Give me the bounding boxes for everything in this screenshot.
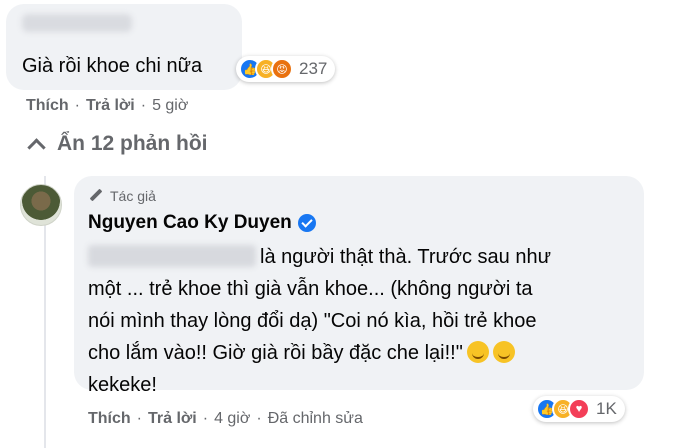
reply-text-line: là người thật thà. Trước sau như bbox=[88, 241, 633, 273]
hide-replies-button[interactable]: Ẩn 12 phản hồi bbox=[27, 132, 208, 157]
pen-icon bbox=[88, 188, 104, 204]
reply-text: là người thật thà. Trước sau như một ...… bbox=[88, 241, 633, 401]
author-badge: Tác giả bbox=[88, 188, 156, 204]
author-badge-label: Tác giả bbox=[110, 188, 156, 204]
tongue-face-emoji bbox=[466, 341, 489, 363]
reply-timestamp[interactable]: 4 giờ bbox=[214, 410, 250, 428]
reply-actions: Thích · Trả lời · 4 giờ · Đã chỉnh sửa bbox=[88, 410, 363, 428]
reply-text-line: một ... trẻ khoe thì già vẫn khoe... (kh… bbox=[88, 278, 533, 300]
edited-label[interactable]: Đã chỉnh sửa bbox=[268, 410, 363, 428]
smirk-face-emoji bbox=[492, 341, 515, 363]
love-icon: ♥ bbox=[568, 398, 590, 420]
reaction-count: 1K bbox=[596, 399, 617, 418]
reply-action[interactable]: Trả lời bbox=[86, 97, 135, 115]
reply-action[interactable]: Trả lời bbox=[148, 410, 197, 428]
verified-badge-icon bbox=[297, 214, 316, 232]
blurred-mention bbox=[88, 245, 256, 267]
hide-replies-label: Ẩn 12 phản hồi bbox=[57, 132, 208, 155]
reply-text-line: nói mình thay lòng đổi dạ) "Coi nó kìa, … bbox=[88, 310, 537, 332]
reply-reactions[interactable]: 👍 😆 ♥ 1K bbox=[533, 396, 625, 422]
avatar[interactable] bbox=[20, 184, 62, 226]
comment-timestamp[interactable]: 5 giờ bbox=[152, 97, 188, 115]
reply-text-line: cho lắm vào!! Giờ già rồi bầy đặc che lạ… bbox=[88, 337, 633, 369]
reply-author[interactable]: Nguyen Cao Ky Duyen bbox=[88, 212, 316, 234]
comment-reactions[interactable]: 👍 😆 😡 237 bbox=[236, 56, 336, 82]
comment-text: Già rồi khoe chi nữa bbox=[22, 55, 203, 77]
reaction-count: 237 bbox=[299, 59, 328, 78]
chevron-up-icon bbox=[27, 137, 46, 157]
like-action[interactable]: Thích bbox=[26, 97, 69, 115]
angry-icon: 😡 bbox=[271, 58, 293, 80]
reply-author-name[interactable]: Nguyen Cao Ky Duyen bbox=[88, 212, 292, 234]
like-action[interactable]: Thích bbox=[88, 410, 131, 428]
blurred-commenter-name bbox=[22, 14, 132, 32]
comment-actions: Thích · Trả lời · 5 giờ bbox=[26, 97, 189, 115]
